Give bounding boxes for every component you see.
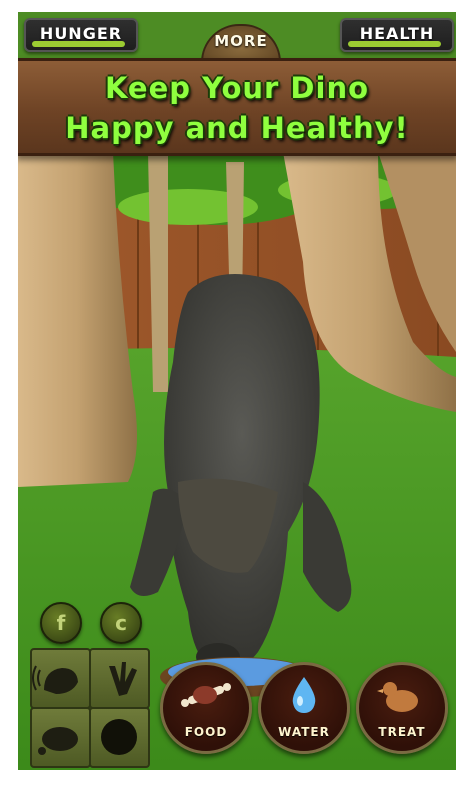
footprint-button[interactable] bbox=[89, 648, 150, 709]
meat-icon bbox=[38, 727, 78, 755]
water-button[interactable]: WATER bbox=[258, 662, 350, 754]
health-meter[interactable]: HEALTH bbox=[340, 18, 454, 52]
bone-meat-icon bbox=[181, 683, 231, 707]
treat-label: TREAT bbox=[378, 725, 426, 739]
shadow-button[interactable] bbox=[89, 707, 150, 768]
hunger-bar bbox=[32, 41, 125, 47]
game-stage: HUNGER HEALTH MORE Keep Your Dino Happy … bbox=[18, 12, 456, 770]
facebook-icon: f bbox=[56, 611, 66, 635]
banner-line-2: Happy and Healthy! bbox=[65, 111, 409, 145]
roar-button[interactable] bbox=[30, 648, 91, 709]
treat-bird-icon bbox=[377, 682, 418, 712]
food-button[interactable]: FOOD bbox=[160, 662, 252, 754]
health-bar bbox=[348, 41, 441, 47]
facebook-button[interactable]: f bbox=[40, 602, 82, 644]
treat-button[interactable]: TREAT bbox=[356, 662, 448, 754]
meat-button[interactable] bbox=[30, 707, 91, 768]
footprint-icon bbox=[109, 662, 137, 696]
more-label: MORE bbox=[214, 32, 268, 50]
water-drop-icon bbox=[292, 677, 316, 713]
shadow-icon bbox=[101, 719, 137, 755]
promo-banner: Keep Your Dino Happy and Healthy! bbox=[18, 58, 456, 156]
hunger-meter[interactable]: HUNGER bbox=[24, 18, 138, 52]
camera-icon: c bbox=[115, 611, 127, 635]
food-label: FOOD bbox=[184, 725, 228, 739]
banner-line-1: Keep Your Dino bbox=[104, 71, 370, 105]
camera-button[interactable]: c bbox=[100, 602, 142, 644]
water-label: WATER bbox=[278, 725, 330, 739]
roar-icon bbox=[32, 665, 78, 694]
